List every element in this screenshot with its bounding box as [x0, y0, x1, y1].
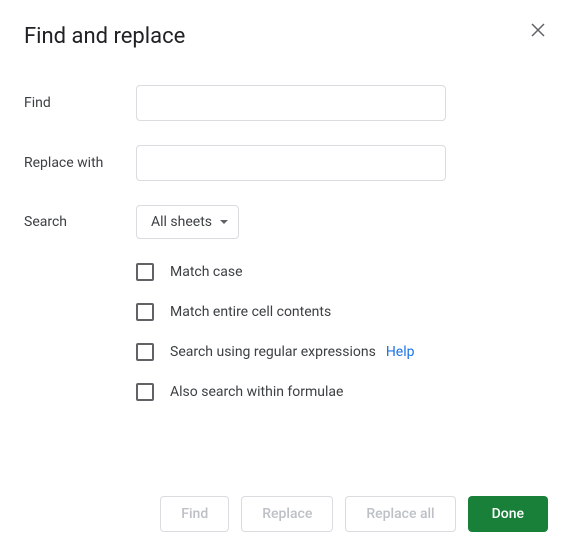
replace-button[interactable]: Replace: [241, 496, 333, 532]
find-input[interactable]: [136, 85, 446, 121]
match-entire-label: Match entire cell contents: [170, 304, 331, 320]
replace-all-button[interactable]: Replace all: [345, 496, 455, 532]
done-button[interactable]: Done: [468, 496, 548, 532]
search-label: Search: [24, 214, 136, 230]
formulae-label: Also search within formulae: [170, 384, 343, 400]
match-entire-row: Match entire cell contents: [136, 303, 548, 321]
search-scope-dropdown[interactable]: All sheets: [136, 205, 239, 239]
button-row: Find Replace Replace all Done: [24, 496, 548, 532]
match-case-checkbox[interactable]: [136, 263, 154, 281]
find-label: Find: [24, 95, 136, 111]
help-link[interactable]: Help: [386, 344, 415, 360]
close-icon: [531, 23, 545, 37]
close-button[interactable]: [526, 18, 550, 42]
match-case-label: Match case: [170, 264, 243, 280]
find-button[interactable]: Find: [160, 496, 229, 532]
replace-row: Replace with: [24, 145, 548, 181]
match-entire-checkbox[interactable]: [136, 303, 154, 321]
regex-label: Search using regular expressions: [170, 344, 376, 360]
search-row: Search All sheets: [24, 205, 548, 239]
options-group: Match case Match entire cell contents Se…: [136, 263, 548, 401]
regex-row: Search using regular expressions Help: [136, 343, 548, 361]
replace-input[interactable]: [136, 145, 446, 181]
find-replace-dialog: Find and replace Find Replace with Searc…: [0, 0, 572, 556]
chevron-down-icon: [220, 220, 228, 224]
find-row: Find: [24, 85, 548, 121]
replace-label: Replace with: [24, 155, 136, 171]
dropdown-selected: All sheets: [151, 214, 212, 230]
dialog-title: Find and replace: [24, 24, 548, 49]
formulae-checkbox[interactable]: [136, 383, 154, 401]
regex-checkbox[interactable]: [136, 343, 154, 361]
match-case-row: Match case: [136, 263, 548, 281]
formulae-row: Also search within formulae: [136, 383, 548, 401]
